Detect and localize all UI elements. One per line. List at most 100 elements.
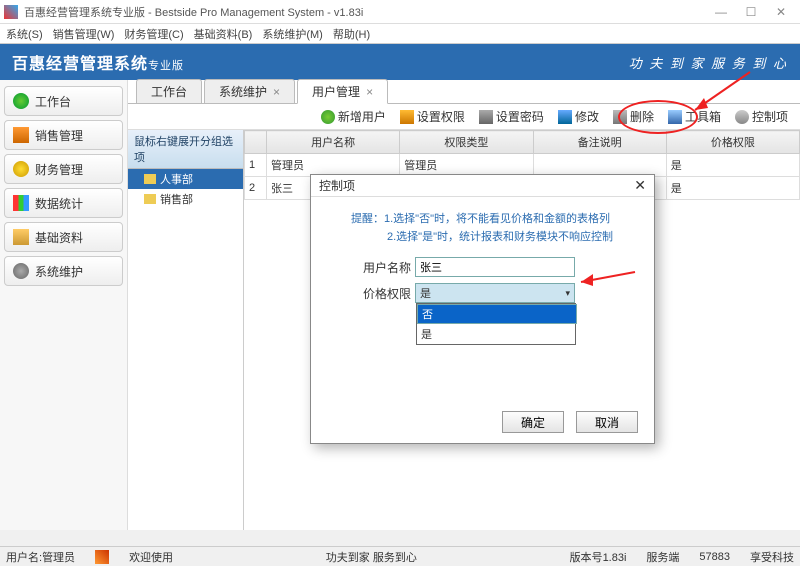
cancel-button[interactable]: 取消 [576, 411, 638, 433]
dialog-title-bar: 控制项 ✕ [311, 175, 654, 197]
tree: 鼠标右键展开分组选项 人事部 销售部 [128, 130, 244, 530]
status-server: 服务端 [646, 549, 679, 565]
sidebar-item-label: 销售管理 [35, 127, 83, 144]
control-dialog: 控制项 ✕ 提醒：1.选择"否"时，将不能看见价格和金额的表格列 2.选择"是"… [310, 174, 655, 444]
sidebar-item-label: 工作台 [35, 93, 71, 110]
tab-user-mgmt[interactable]: 用户管理 × [297, 79, 388, 104]
row-username: 用户名称 [311, 254, 654, 280]
sidebar-item-basic[interactable]: 基础资料 [4, 222, 123, 252]
tb-label: 修改 [575, 108, 599, 125]
app-logo-icon [4, 5, 18, 19]
menu-system[interactable]: 系统(S) [6, 26, 43, 42]
close-button[interactable]: ✕ [766, 2, 796, 22]
dialog-close-button[interactable]: ✕ [634, 177, 646, 194]
sidebar-item-stats[interactable]: 数据统计 [4, 188, 123, 218]
dialog-title: 控制项 [319, 177, 355, 194]
menu-help[interactable]: 帮助(H) [333, 26, 370, 42]
dialog-buttons: 确定 取消 [502, 411, 638, 433]
tb-label: 设置权限 [417, 108, 465, 125]
col-permtype[interactable]: 权限类型 [400, 131, 533, 154]
folder-icon [144, 194, 156, 204]
menu-maintain[interactable]: 系统维护(M) [262, 26, 323, 42]
tree-node-sales[interactable]: 销售部 [128, 189, 243, 209]
tab-close-icon[interactable]: × [366, 85, 373, 99]
toolbar: 新增用户 设置权限 设置密码 修改 删除 工具箱 控制项 [128, 104, 800, 130]
dropdown-priceperm: 否 是 [416, 303, 576, 345]
tb-add-user[interactable]: 新增用户 [321, 108, 386, 125]
app-name-sub: 专业版 [148, 60, 184, 72]
col-remark[interactable]: 备注说明 [533, 131, 666, 154]
sidebar-item-label: 财务管理 [35, 161, 83, 178]
sidebar-item-finance[interactable]: 财务管理 [4, 154, 123, 184]
chart-icon [13, 195, 29, 211]
status-port: 57883 [699, 551, 730, 563]
tree-header: 鼠标右键展开分组选项 [128, 130, 243, 169]
status-version: 版本号1.83i [570, 549, 627, 565]
maximize-button[interactable]: ☐ [736, 2, 766, 22]
label-priceperm: 价格权限 [351, 285, 411, 302]
tree-node-label: 销售部 [160, 191, 193, 207]
folder-icon [13, 229, 29, 245]
cell: 是 [666, 154, 799, 177]
menu-sales[interactable]: 销售管理(W) [53, 26, 115, 42]
annotation-circle [618, 100, 698, 134]
ok-button[interactable]: 确定 [502, 411, 564, 433]
tab-label: 工作台 [151, 85, 187, 99]
tree-node-label: 人事部 [160, 171, 193, 187]
minimize-button[interactable]: — [706, 2, 736, 22]
cell: 是 [666, 177, 799, 200]
signal-icon [95, 550, 109, 564]
edit-icon [558, 110, 572, 124]
gear-icon [13, 263, 29, 279]
label-username: 用户名称 [351, 259, 411, 276]
input-username[interactable] [415, 257, 575, 277]
tab-close-icon[interactable]: × [273, 85, 280, 99]
tab-label: 用户管理 [312, 85, 360, 99]
tb-label: 设置密码 [496, 108, 544, 125]
tb-edit[interactable]: 修改 [558, 108, 599, 125]
control-icon [735, 110, 749, 124]
row-priceperm: 价格权限 是 ▾ 否 是 [311, 280, 654, 306]
col-num [245, 131, 267, 154]
cell: 1 [245, 154, 267, 177]
dropdown-option-yes[interactable]: 是 [417, 324, 575, 344]
dialog-hint: 提醒：1.选择"否"时，将不能看见价格和金额的表格列 2.选择"是"时，统计报表… [311, 197, 654, 254]
status-user: 用户名:管理员 [6, 549, 75, 565]
cell: 2 [245, 177, 267, 200]
app-slogan: 功 夫 到 家 服 务 到 心 [629, 53, 788, 72]
key-icon [400, 110, 414, 124]
window-title: 百惠经营管理系统专业版 - Bestside Pro Management Sy… [24, 4, 706, 20]
hint-line: 提醒：1.选择"否"时，将不能看见价格和金额的表格列 [351, 211, 634, 229]
sidebar-item-maintain[interactable]: 系统维护 [4, 256, 123, 286]
select-value: 是 [420, 285, 431, 301]
tb-set-perm[interactable]: 设置权限 [400, 108, 465, 125]
col-priceperm[interactable]: 价格权限 [666, 131, 799, 154]
status-welcome: 欢迎使用 [129, 549, 173, 565]
dropdown-option-no[interactable]: 否 [417, 304, 577, 324]
plus-icon [321, 110, 335, 124]
hint-line: 2.选择"是"时，统计报表和财务模块不响应控制 [351, 229, 634, 247]
banner: 百惠经营管理系统专业版 功 夫 到 家 服 务 到 心 [0, 44, 800, 80]
select-priceperm[interactable]: 是 ▾ 否 是 [415, 283, 575, 303]
chevron-down-icon: ▾ [565, 288, 570, 299]
folder-icon [144, 174, 156, 184]
sidebar-item-workbench[interactable]: 工作台 [4, 86, 123, 116]
tab-label: 系统维护 [219, 85, 267, 99]
house-icon [13, 127, 29, 143]
tb-label: 新增用户 [338, 108, 386, 125]
tree-node-hr[interactable]: 人事部 [128, 169, 243, 189]
tab-maintain[interactable]: 系统维护 × [204, 79, 295, 103]
sidebar-item-sales[interactable]: 销售管理 [4, 120, 123, 150]
menu-basic[interactable]: 基础资料(B) [194, 26, 253, 42]
grid-header-row: 用户名称 权限类型 备注说明 价格权限 [245, 131, 800, 154]
tab-workbench[interactable]: 工作台 [136, 79, 202, 103]
tb-set-pwd[interactable]: 设置密码 [479, 108, 544, 125]
menu-bar: 系统(S) 销售管理(W) 财务管理(C) 基础资料(B) 系统维护(M) 帮助… [0, 24, 800, 44]
sidebar-item-label: 基础资料 [35, 229, 83, 246]
sidebar-item-label: 系统维护 [35, 263, 83, 280]
app-name: 百惠经营管理系统专业版 [12, 50, 184, 74]
status-bar: 用户名:管理员 欢迎使用 功夫到家 服务到心 版本号1.83i 服务端 5788… [0, 546, 800, 566]
menu-finance[interactable]: 财务管理(C) [124, 26, 183, 42]
col-username[interactable]: 用户名称 [267, 131, 400, 154]
tb-control[interactable]: 控制项 [735, 108, 788, 125]
